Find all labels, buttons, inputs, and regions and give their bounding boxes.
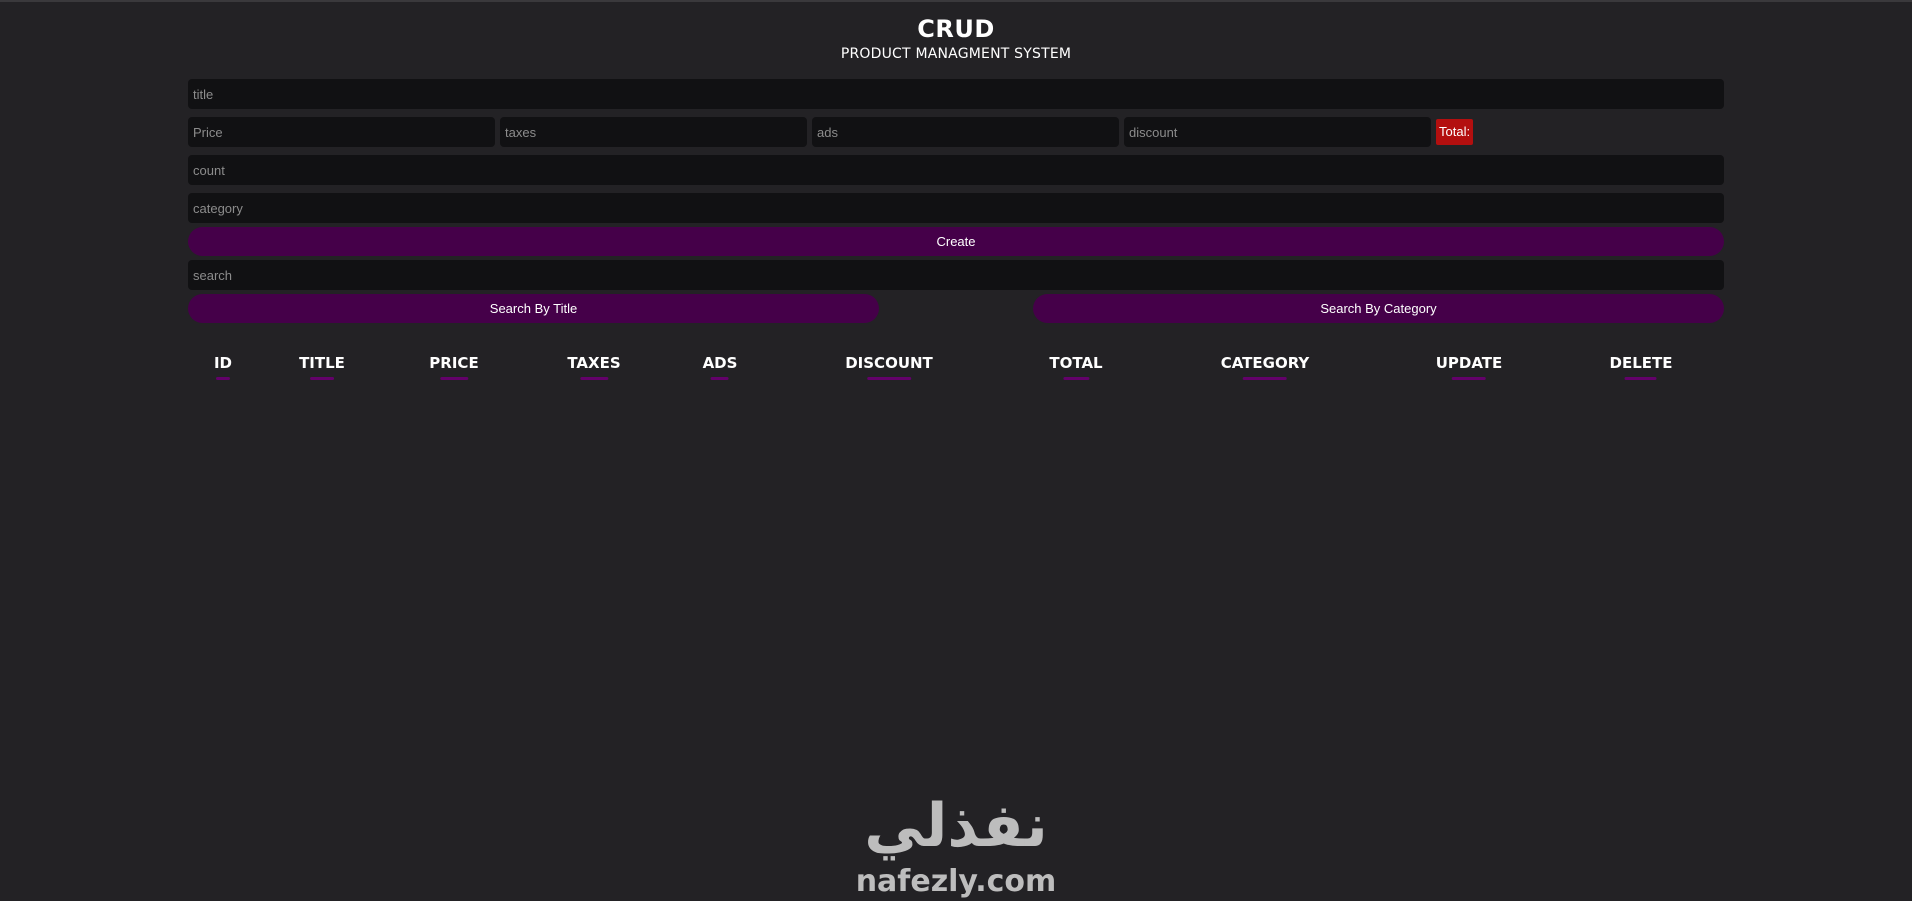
title-input[interactable] (188, 79, 1724, 109)
search-buttons: Search By Title Search By Category (188, 294, 1724, 323)
column-label: DISCOUNT (845, 354, 933, 372)
create-button[interactable]: Create (188, 227, 1724, 256)
column-header-id: ID (214, 352, 232, 380)
column-header-ads: ADS (702, 352, 738, 380)
column-underline (309, 377, 334, 380)
column-label: CATEGORY (1220, 354, 1310, 372)
page-subtitle: PRODUCT MANAGMENT SYSTEM (840, 46, 1072, 62)
column-label: PRICE (429, 354, 479, 372)
column-underline (1452, 377, 1486, 380)
watermark-latin-text: nafezly.com (856, 864, 1057, 898)
column-label: DELETE (1609, 354, 1673, 372)
column-underline (439, 377, 468, 380)
product-form: Total: Create Search By Title Search By … (188, 79, 1724, 323)
column-underline (579, 377, 608, 380)
price-row: Total: (188, 117, 1724, 147)
column-underline (711, 377, 729, 380)
column-underline (867, 377, 911, 380)
column-label: ADS (702, 354, 738, 372)
search-by-category-button[interactable]: Search By Category (1033, 294, 1724, 323)
total-badge: Total: (1436, 119, 1474, 145)
column-label: TAXES (567, 354, 621, 372)
column-underline (1063, 377, 1089, 380)
column-header-total: TOTAL (1049, 352, 1103, 380)
search-by-title-button[interactable]: Search By Title (188, 294, 879, 323)
column-header-delete: DELETE (1609, 352, 1673, 380)
column-label: TITLE (299, 354, 345, 372)
category-input[interactable] (188, 193, 1724, 223)
count-input[interactable] (188, 155, 1724, 185)
column-header-price: PRICE (429, 352, 479, 380)
price-input[interactable] (188, 117, 495, 147)
table-header: ID TITLE PRICE TAXES ADS DISCOUNT TOTAL … (188, 352, 1724, 386)
column-header-update: UPDATE (1435, 352, 1503, 380)
column-header-title: TITLE (299, 352, 345, 380)
search-input[interactable] (188, 260, 1724, 290)
taxes-input[interactable] (500, 117, 807, 147)
column-header-taxes: TAXES (567, 352, 621, 380)
column-label: UPDATE (1435, 354, 1503, 372)
nafezly-watermark-logo: نفذلي nafezly.com (856, 791, 1057, 898)
column-header-category: CATEGORY (1220, 352, 1310, 380)
ads-input[interactable] (812, 117, 1119, 147)
watermark-arabic-text: نفذلي (864, 791, 1048, 861)
page-header: CRUD PRODUCT MANAGMENT SYSTEM (0, 14, 1912, 63)
discount-input[interactable] (1124, 117, 1431, 147)
column-header-discount: DISCOUNT (845, 352, 933, 380)
column-underline (1243, 377, 1287, 380)
column-underline (1624, 377, 1657, 380)
column-label: ID (213, 354, 233, 372)
column-underline (215, 377, 230, 380)
column-label: TOTAL (1049, 354, 1103, 372)
page-title: CRUD (917, 15, 995, 43)
window-top-border (0, 0, 1912, 2)
